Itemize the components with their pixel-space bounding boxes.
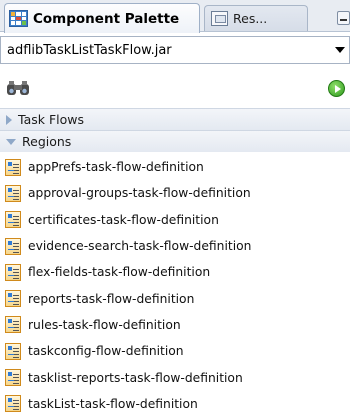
list-item[interactable]: taskList-task-flow-definition xyxy=(0,391,350,417)
component-palette-icon xyxy=(9,10,28,27)
list-item-label: reports-task-flow-definition xyxy=(28,291,195,306)
category-task-flows[interactable]: Task Flows xyxy=(0,108,350,130)
task-flow-icon xyxy=(5,263,21,281)
tab-component-palette[interactable]: Component Palette xyxy=(4,3,200,33)
library-dropdown[interactable]: adflibTaskListTaskFlow.jar xyxy=(0,36,350,64)
list-item[interactable]: flex-fields-task-flow-definition xyxy=(0,259,350,285)
binoculars-icon xyxy=(7,81,29,95)
category-regions-label: Regions xyxy=(22,134,72,149)
list-item-label: rules-task-flow-definition xyxy=(28,317,181,332)
list-item[interactable]: appPrefs-task-flow-definition xyxy=(0,154,350,180)
task-flow-icon xyxy=(5,237,21,255)
list-item-label: tasklist-reports-task-flow-definition xyxy=(28,370,243,385)
list-item[interactable]: evidence-search-task-flow-definition xyxy=(0,233,350,259)
collapse-arrow-icon xyxy=(6,138,16,145)
task-flow-icon xyxy=(5,369,21,387)
go-arrow-icon[interactable] xyxy=(328,80,345,97)
tab-resources-label: Res... xyxy=(233,11,268,26)
panel-tab-bar: Component Palette Res... xyxy=(0,0,350,33)
resources-icon xyxy=(211,11,228,26)
tab-resources[interactable]: Res... xyxy=(204,5,308,31)
list-item-label: taskList-task-flow-definition xyxy=(28,396,198,411)
category-task-flows-label: Task Flows xyxy=(18,112,84,127)
task-flow-icon xyxy=(5,290,21,308)
chevron-down-icon[interactable] xyxy=(335,47,345,53)
list-item[interactable]: certificates-task-flow-definition xyxy=(0,207,350,233)
search-input[interactable] xyxy=(36,76,323,100)
list-item-label: evidence-search-task-flow-definition xyxy=(28,239,252,254)
list-item[interactable]: reports-task-flow-definition xyxy=(0,285,350,311)
list-item-label: appPrefs-task-flow-definition xyxy=(28,160,204,175)
list-item[interactable]: approval-groups-task-flow-definition xyxy=(0,180,350,206)
search-row xyxy=(0,72,350,104)
expand-arrow-icon xyxy=(6,114,12,125)
task-flow-icon xyxy=(5,316,21,334)
task-flow-icon xyxy=(5,342,21,360)
list-item-label: taskconfig-flow-definition xyxy=(28,344,184,359)
library-dropdown-value: adflibTaskListTaskFlow.jar xyxy=(7,42,172,58)
list-item[interactable]: taskconfig-flow-definition xyxy=(0,338,350,364)
list-item[interactable]: rules-task-flow-definition xyxy=(0,312,350,338)
category-regions[interactable]: Regions xyxy=(0,130,350,152)
task-flow-icon xyxy=(5,158,21,176)
minimize-button[interactable] xyxy=(337,11,350,25)
list-item-label: certificates-task-flow-definition xyxy=(28,212,219,227)
task-flow-icon xyxy=(5,211,21,229)
task-flow-icon xyxy=(5,395,21,413)
list-item-label: flex-fields-task-flow-definition xyxy=(28,265,211,280)
task-flow-icon xyxy=(5,184,21,202)
list-item[interactable]: tasklist-reports-task-flow-definition xyxy=(0,364,350,390)
tab-component-palette-label: Component Palette xyxy=(33,10,180,27)
regions-list: appPrefs-task-flow-definition approval-g… xyxy=(0,154,350,417)
list-item-label: approval-groups-task-flow-definition xyxy=(28,186,251,201)
